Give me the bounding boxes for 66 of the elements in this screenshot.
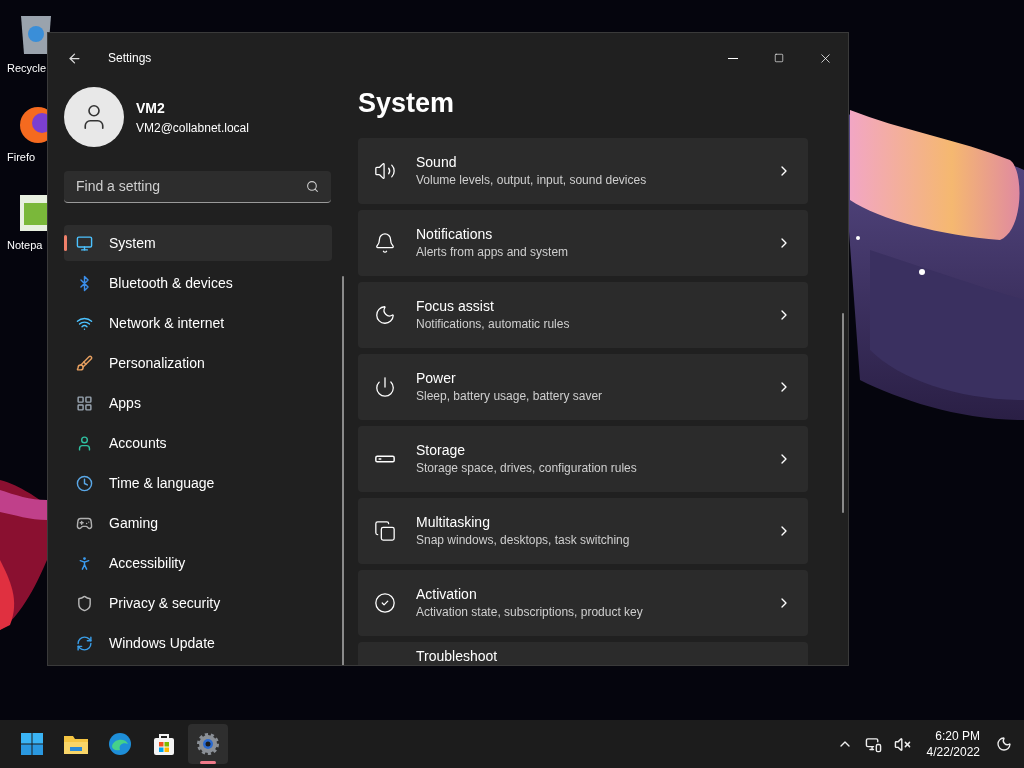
nav-item[interactable]: Apps	[64, 385, 332, 421]
speaker-muted-icon[interactable]	[893, 735, 911, 753]
settings-card[interactable]: Notifications Alerts from apps and system	[358, 210, 808, 276]
shopping-bag-icon	[152, 732, 176, 756]
speaker-icon	[374, 160, 396, 182]
apps-icon	[76, 394, 93, 412]
nav-item[interactable]: Time & language	[64, 465, 332, 501]
moon-icon	[374, 304, 396, 326]
card-title: Troubleshoot	[416, 648, 499, 665]
folder-icon	[63, 733, 89, 755]
refresh-icon	[76, 634, 93, 652]
nav-item[interactable]: Gaming	[64, 505, 332, 541]
card-title: Focus assist	[416, 297, 495, 315]
selection-indicator	[64, 235, 67, 251]
window-title: Settings	[108, 50, 152, 67]
brush-icon	[76, 354, 93, 372]
nav-item[interactable]: Windows Update	[64, 625, 332, 661]
check-circle-icon	[374, 592, 396, 614]
settings-card[interactable]: Power Sleep, battery usage, battery saver	[358, 354, 808, 420]
card-description: Activation state, subscriptions, product key	[416, 603, 644, 621]
windows-logo-icon	[20, 732, 44, 756]
card-title: Sound	[416, 153, 458, 171]
wave-icon	[108, 732, 132, 756]
power-icon	[374, 376, 396, 398]
network-icon[interactable]	[864, 735, 882, 753]
moon-icon[interactable]	[996, 736, 1012, 752]
card-description: Alerts from apps and system	[416, 243, 570, 261]
card-title: Storage	[416, 441, 467, 459]
card-description: Storage space, drives, configuration rules	[416, 459, 638, 477]
nav-item[interactable]: Accessibility	[64, 545, 332, 581]
page-title: System	[358, 87, 456, 120]
card-description: Volume levels, output, input, sound devices	[416, 171, 648, 189]
card-description: Sleep, battery usage, battery saver	[416, 387, 604, 405]
nav-item[interactable]: Personalization	[64, 345, 332, 381]
search-icon	[306, 180, 319, 193]
clock-icon	[76, 474, 93, 492]
settings-card[interactable]: Activation Activation state, subscriptions, product key	[358, 570, 808, 636]
search-field[interactable]: Find a setting	[64, 171, 331, 203]
bell-icon	[374, 232, 396, 254]
card-title: Multitasking	[416, 513, 491, 531]
nav-item[interactable]: Network & internet	[64, 305, 332, 341]
person-icon	[76, 434, 93, 452]
card-title: Activation	[416, 585, 478, 603]
card-description: Notifications, automatic rules	[416, 315, 571, 333]
gear-icon	[196, 732, 220, 756]
nav-item[interactable]: Bluetooth & devices	[64, 265, 332, 301]
minimize-icon	[728, 57, 738, 59]
settings-card[interactable]: Troubleshoot	[358, 642, 808, 665]
settings-card[interactable]: Multitasking Snap windows, desktops, task switching	[358, 498, 808, 564]
monitor-icon	[76, 234, 93, 252]
nav-item[interactable]: Accounts	[64, 425, 332, 461]
clock[interactable]: 6:20 PM 4/22/2022	[922, 728, 984, 760]
search-input[interactable]: Find a setting	[76, 176, 306, 197]
running-indicator	[200, 761, 216, 764]
settings-card[interactable]: Storage Storage space, drives, configuration rules	[358, 426, 808, 492]
maximize-icon	[774, 53, 784, 63]
account-email: VM2@collabnet.local	[136, 119, 249, 137]
card-title: Notifications	[416, 225, 494, 243]
settings-card[interactable]: Sound Volume levels, output, input, sound devices	[358, 138, 808, 204]
account-name: VM2	[136, 98, 166, 118]
shield-icon	[76, 594, 93, 612]
nav-item[interactable]: System	[64, 225, 332, 261]
nav-item[interactable]: Privacy & security	[64, 585, 332, 621]
card-title: Power	[416, 369, 457, 387]
card-description: Snap windows, desktops, task switching	[416, 531, 631, 549]
settings-card[interactable]: Focus assist Notifications, automatic rules	[358, 282, 808, 348]
